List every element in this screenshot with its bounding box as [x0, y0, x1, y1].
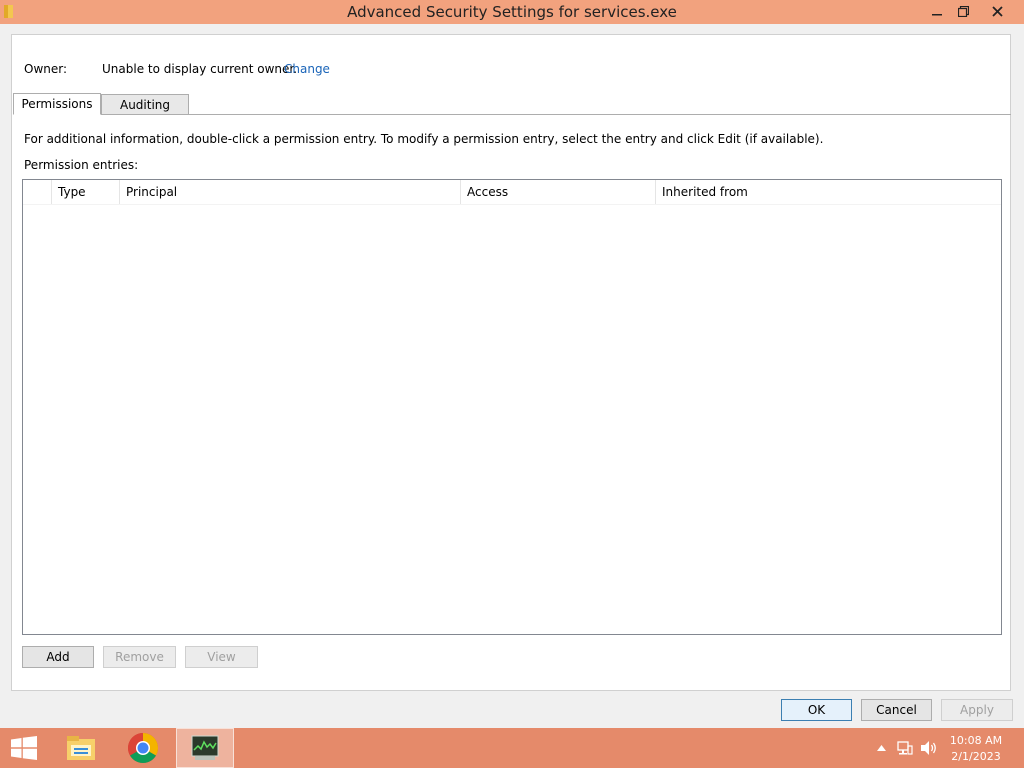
taskbar: 10:08 AM 2/1/2023: [0, 728, 1024, 768]
change-owner-link[interactable]: Change: [284, 62, 330, 76]
owner-label: Owner:: [24, 62, 68, 76]
chevron-up-icon: [876, 745, 886, 751]
start-button[interactable]: [0, 728, 48, 768]
apply-button[interactable]: Apply: [941, 699, 1013, 721]
view-button[interactable]: View: [185, 646, 258, 668]
restore-button[interactable]: [948, 0, 978, 22]
column-header-principal[interactable]: Principal: [120, 180, 461, 204]
permission-entries-list[interactable]: Type Principal Access Inherited from: [22, 179, 1002, 635]
restore-icon: [957, 5, 969, 17]
permission-entries-label: Permission entries:: [24, 158, 139, 172]
speaker-icon: [921, 741, 936, 755]
column-header-icon[interactable]: [23, 180, 52, 204]
close-icon: [991, 5, 1003, 17]
column-header-access[interactable]: Access: [461, 180, 656, 204]
add-button[interactable]: Add: [22, 646, 94, 668]
task-manager-icon: [191, 735, 219, 760]
tab-permissions[interactable]: Permissions: [13, 93, 101, 115]
windows-logo-icon: [11, 736, 37, 760]
close-button[interactable]: [982, 0, 1012, 22]
network-tray-button[interactable]: [894, 728, 916, 768]
list-header: Type Principal Access Inherited from: [23, 180, 1001, 205]
chrome-icon: [127, 733, 159, 764]
clock-date[interactable]: 2/1/2023: [946, 750, 1006, 763]
tab-strip-divider: [189, 114, 1011, 115]
taskbar-chrome[interactable]: [120, 728, 166, 768]
window-title: Advanced Security Settings for services.…: [347, 3, 677, 21]
column-header-inherited-from[interactable]: Inherited from: [656, 180, 1001, 204]
tab-auditing[interactable]: Auditing: [101, 94, 189, 115]
title-bar[interactable]: Advanced Security Settings for services.…: [0, 0, 1024, 24]
content-panel: Owner: Unable to display current owner. …: [11, 34, 1011, 691]
minimize-icon: [932, 14, 942, 16]
column-header-type[interactable]: Type: [52, 180, 120, 204]
permissions-info-text: For additional information, double-click…: [24, 132, 824, 146]
remove-button[interactable]: Remove: [103, 646, 176, 668]
owner-value: Unable to display current owner.: [102, 62, 298, 76]
taskbar-file-explorer[interactable]: [58, 728, 104, 768]
ok-button[interactable]: OK: [781, 699, 852, 721]
show-hidden-icons-button[interactable]: [872, 728, 890, 768]
file-explorer-icon: [67, 736, 95, 760]
volume-tray-button[interactable]: [918, 728, 940, 768]
dialog-window: Owner: Unable to display current owner. …: [0, 24, 1024, 728]
cancel-button[interactable]: Cancel: [861, 699, 932, 721]
clock-time[interactable]: 10:08 AM: [946, 734, 1006, 747]
taskbar-task-manager[interactable]: [176, 728, 234, 768]
network-icon: [897, 741, 913, 755]
